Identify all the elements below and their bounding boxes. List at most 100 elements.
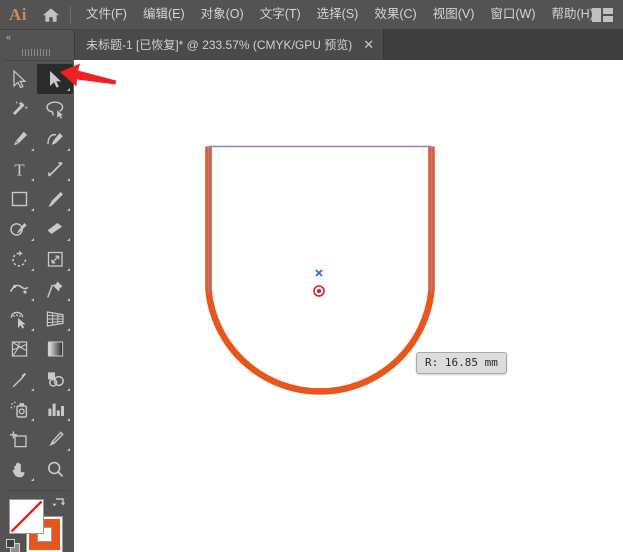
- document-tab-bar: 未标题-1 [已恢复]* @ 233.57% (CMYK/GPU 预览) ✕: [0, 29, 623, 60]
- curvature-pen-icon: [46, 132, 63, 145]
- tool-flyout-indicator: [31, 268, 34, 271]
- menu-select[interactable]: 选择(S): [309, 0, 367, 29]
- tool-flyout-indicator: [67, 298, 70, 301]
- eraser-icon: [47, 223, 63, 234]
- tool-lasso[interactable]: [37, 94, 73, 124]
- workspace-layout-icon[interactable]: [589, 0, 617, 29]
- zoom-magnifier-icon: [47, 461, 63, 477]
- column-graph-icon: [47, 403, 64, 416]
- tool-artboard[interactable]: [1, 424, 37, 454]
- tool-flyout-indicator: [31, 328, 34, 331]
- toolbar-separator-middle: [5, 490, 69, 491]
- tool-mesh[interactable]: [1, 334, 37, 364]
- tool-flyout-indicator: [31, 388, 34, 391]
- menu-type[interactable]: 文字(T): [252, 0, 309, 29]
- pen-icon: [13, 131, 27, 145]
- tool-perspective-grid[interactable]: [37, 304, 73, 334]
- document-tab[interactable]: 未标题-1 [已恢复]* @ 233.57% (CMYK/GPU 预览) ✕: [74, 29, 385, 60]
- swap-fill-stroke-icon[interactable]: [52, 498, 66, 514]
- tool-flyout-indicator: [31, 238, 34, 241]
- tool-rectangle[interactable]: [1, 184, 37, 214]
- fill-color-swatch[interactable]: [9, 499, 44, 534]
- tool-flyout-indicator: [31, 178, 34, 181]
- shape-orange-stroke: [205, 146, 435, 395]
- artboard-canvas[interactable]: R: 16.85 mm: [74, 60, 623, 552]
- tool-shape-builder[interactable]: [1, 304, 37, 334]
- menu-view[interactable]: 视图(V): [425, 0, 483, 29]
- tool-zoom[interactable]: [37, 454, 73, 484]
- vector-artwork: [205, 145, 435, 395]
- tool-scale[interactable]: [37, 244, 73, 274]
- menu-object[interactable]: 对象(O): [193, 0, 252, 29]
- tool-column-graph[interactable]: [37, 394, 73, 424]
- tool-flyout-indicator: [67, 238, 70, 241]
- tools-panel: « T: [0, 30, 75, 552]
- symbol-sprayer-icon: [10, 401, 27, 418]
- center-x-marker: [315, 269, 323, 277]
- shape-builder-icon: [10, 311, 26, 329]
- tool-flyout-indicator: [31, 148, 34, 151]
- tool-width[interactable]: [1, 274, 37, 304]
- tool-flyout-indicator: [67, 268, 70, 271]
- home-icon[interactable]: [36, 0, 66, 29]
- type-tool-icon: T: [14, 160, 25, 179]
- menu-edit[interactable]: 编辑(E): [135, 0, 193, 29]
- tool-flyout-indicator: [67, 388, 70, 391]
- tool-magic-wand[interactable]: [1, 94, 37, 124]
- paintbrush-icon: [47, 191, 63, 207]
- tool-slice[interactable]: [37, 424, 73, 454]
- gradient-icon: [47, 341, 63, 357]
- no-fill-slash-icon: [10, 500, 43, 533]
- tool-symbol-sprayer[interactable]: [1, 394, 37, 424]
- tool-eraser[interactable]: [37, 214, 73, 244]
- line-segment-icon: [47, 161, 63, 177]
- rectangle-icon: [11, 191, 27, 207]
- corner-radius-tooltip: R: 16.85 mm: [416, 352, 507, 374]
- menu-effect[interactable]: 效果(C): [366, 0, 424, 29]
- blend-icon: [47, 372, 64, 387]
- tool-shaper[interactable]: [1, 214, 37, 244]
- tool-flyout-indicator: [67, 328, 70, 331]
- menu-bar: Ai 文件(F) 编辑(E) 对象(O) 文字(T) 选择(S) 效果(C) 视…: [0, 0, 623, 29]
- tool-flyout-indicator: [31, 208, 34, 211]
- svg-text:T: T: [14, 160, 25, 179]
- tool-paintbrush[interactable]: [37, 184, 73, 214]
- tool-flyout-indicator: [67, 418, 70, 421]
- tool-curvature[interactable]: [37, 124, 73, 154]
- tool-flyout-indicator: [67, 148, 70, 151]
- shaper-pencil-icon: [10, 222, 27, 236]
- tool-hand[interactable]: [1, 454, 37, 484]
- tool-blend[interactable]: [37, 364, 73, 394]
- artboard-icon: [10, 430, 27, 447]
- collapse-panel-button[interactable]: «: [0, 30, 74, 45]
- tool-grid: T: [0, 64, 74, 484]
- illustrator-window: Ai 文件(F) 编辑(E) 对象(O) 文字(T) 选择(S) 效果(C) 视…: [0, 0, 623, 552]
- tool-line-segment[interactable]: [37, 154, 73, 184]
- panel-drag-handle[interactable]: [0, 45, 74, 59]
- fill-stroke-swatches: [0, 498, 74, 552]
- close-icon[interactable]: ✕: [363, 38, 374, 51]
- tool-free-transform[interactable]: [37, 274, 73, 304]
- tool-type[interactable]: T: [1, 154, 37, 184]
- menu-file[interactable]: 文件(F): [78, 0, 135, 29]
- magic-wand-icon: [12, 100, 28, 115]
- default-fill-stroke-icon[interactable]: [6, 539, 20, 552]
- lasso-icon: [46, 101, 64, 119]
- menu-window[interactable]: 窗口(W): [482, 0, 543, 29]
- grip-dots: [22, 48, 52, 56]
- selection-arrow-icon: [12, 69, 27, 88]
- tool-rotate[interactable]: [1, 244, 37, 274]
- red-pointer-arrow: [60, 63, 116, 87]
- hand-icon: [12, 461, 25, 477]
- width-warp-icon: [9, 284, 28, 294]
- tool-gradient[interactable]: [37, 334, 73, 364]
- tool-pen[interactable]: [1, 124, 37, 154]
- document-tab-title: 未标题-1 [已恢复]* @ 233.57% (CMYK/GPU 预览): [86, 38, 353, 52]
- mesh-icon: [11, 341, 27, 357]
- rotate-icon: [11, 250, 26, 267]
- tool-eyedropper[interactable]: [1, 364, 37, 394]
- eyedropper-icon: [11, 371, 26, 388]
- tool-flyout-indicator: [31, 418, 34, 421]
- tool-selection[interactable]: [1, 64, 37, 94]
- app-logo: Ai: [9, 5, 27, 24]
